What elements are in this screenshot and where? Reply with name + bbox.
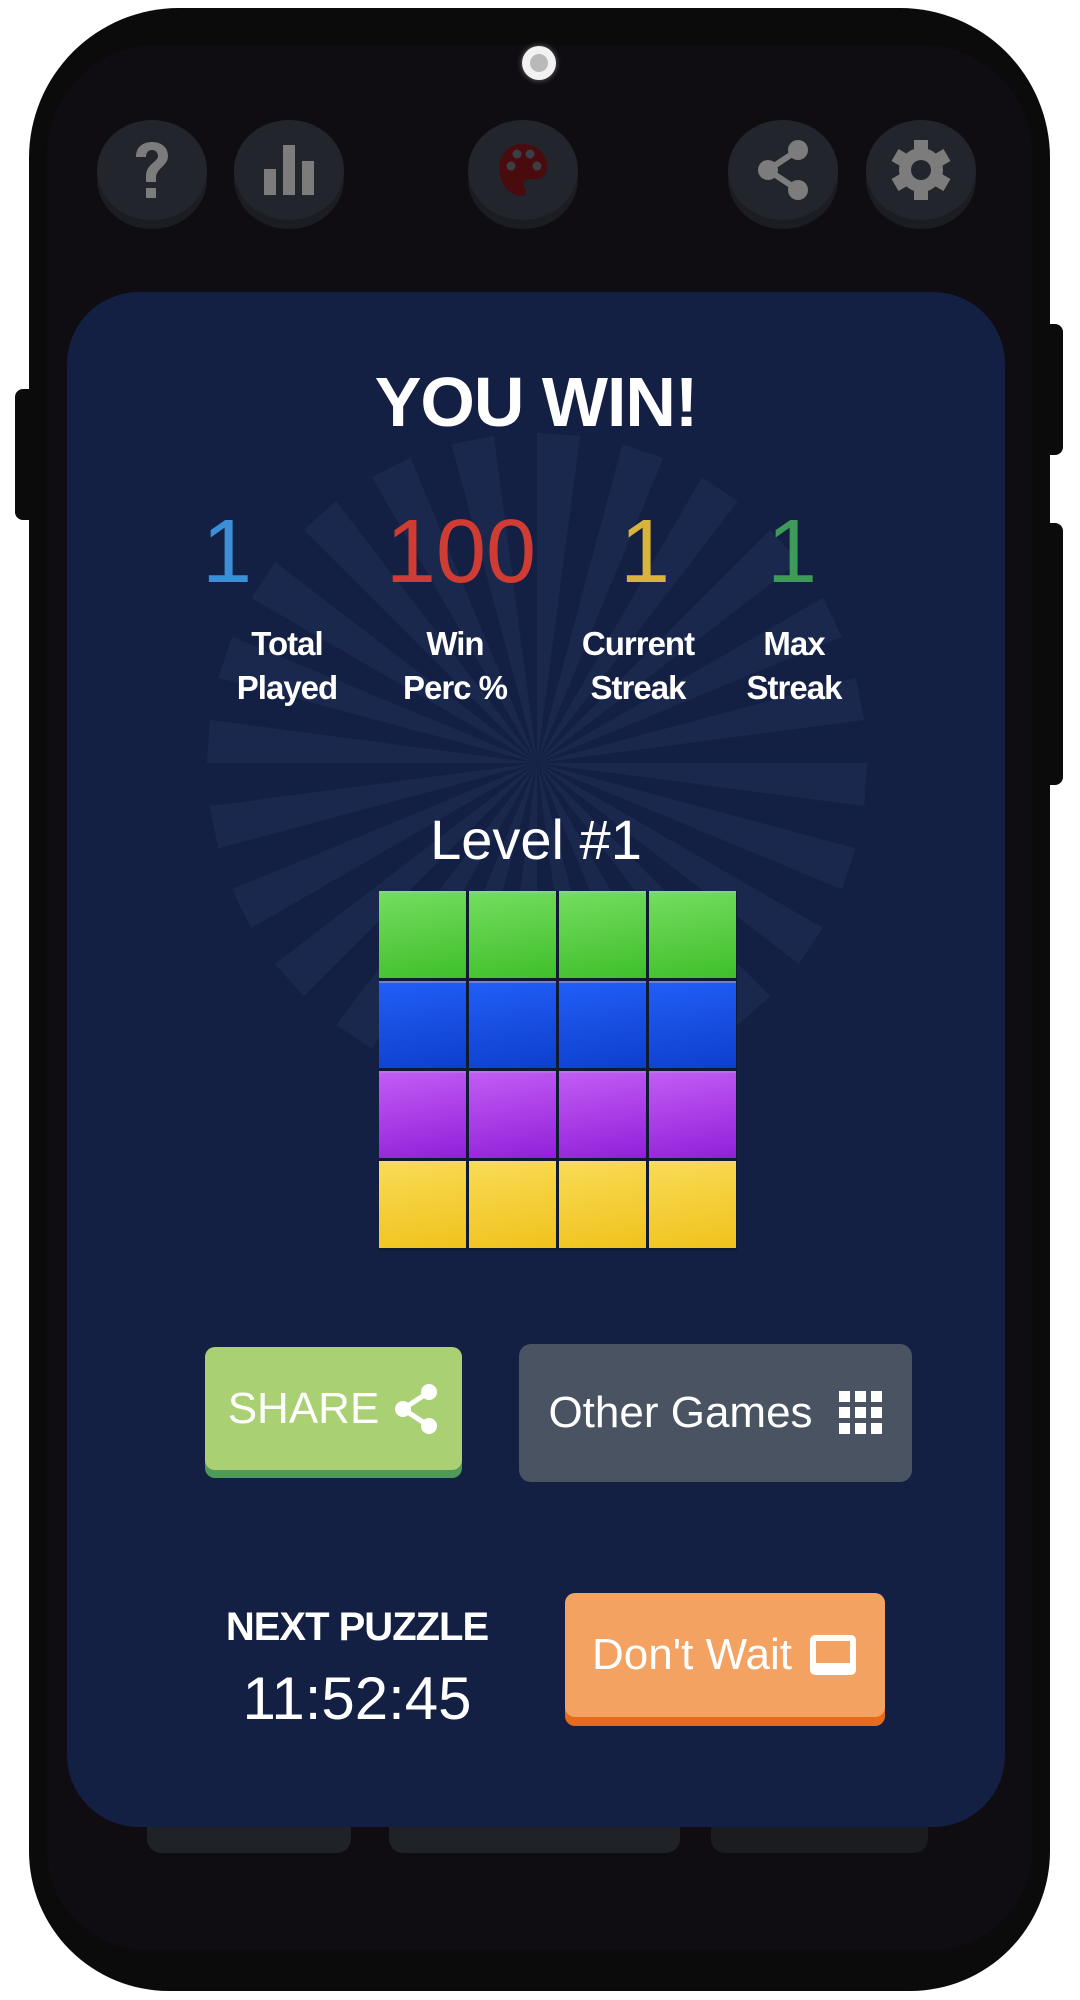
- grid-cell-green: [649, 891, 736, 978]
- bar-chart-icon: [264, 145, 314, 195]
- grid-cell-purple: [649, 1071, 736, 1158]
- grid-cell-green: [379, 891, 466, 978]
- grid-cell-green: [559, 891, 646, 978]
- stat-max-streak-label: Max Streak: [746, 625, 843, 706]
- stat-win-percent-value: 100: [385, 502, 537, 602]
- help-button[interactable]: [97, 120, 207, 220]
- grid-cell-yellow: [649, 1161, 736, 1248]
- settings-button[interactable]: [866, 120, 976, 220]
- dont-wait-button[interactable]: Don't Wait: [565, 1593, 885, 1717]
- result-card: YOU WIN! 1 100 1 1 Total Played Win Perc…: [67, 292, 1005, 1827]
- palette-icon: [499, 144, 547, 196]
- grid-cell-blue: [649, 981, 736, 1068]
- grid-cell-purple: [559, 1071, 646, 1158]
- grid-cell-yellow: [559, 1161, 646, 1248]
- countdown-timer: 11:52:45: [242, 1665, 472, 1732]
- grid-cell-blue: [379, 981, 466, 1068]
- share-icon: [395, 1383, 438, 1434]
- share-button-label: SHARE: [227, 1383, 380, 1433]
- front-camera: [522, 46, 556, 80]
- grid-cell-blue: [469, 981, 556, 1068]
- theme-button[interactable]: [468, 120, 578, 220]
- grid-cell-purple: [469, 1071, 556, 1158]
- share-top-button[interactable]: [728, 120, 838, 220]
- share-button[interactable]: SHARE: [205, 1347, 462, 1470]
- stats-button[interactable]: [234, 120, 344, 220]
- grid-cell-yellow: [379, 1161, 466, 1248]
- stat-win-percent-label: Win Perc %: [402, 625, 508, 706]
- stat-current-streak-label: Current Streak: [581, 625, 695, 706]
- dont-wait-label: Don't Wait: [592, 1630, 792, 1679]
- other-games-button[interactable]: Other Games: [519, 1344, 912, 1482]
- stat-total-played-value: 1: [201, 502, 253, 602]
- stat-total-played-label: Total Played: [236, 625, 338, 706]
- grid-cell-yellow: [469, 1161, 556, 1248]
- next-puzzle-label: NEXT PUZZLE: [225, 1605, 489, 1649]
- solved-grid: [379, 891, 737, 1251]
- help-icon: [136, 142, 168, 198]
- other-games-label: Other Games: [548, 1388, 813, 1437]
- grid-cell-purple: [379, 1071, 466, 1158]
- grid-cell-blue: [559, 981, 646, 1068]
- gear-icon: [891, 140, 951, 200]
- video-ad-icon: [809, 1635, 856, 1675]
- grid-apps-icon: [838, 1391, 882, 1434]
- stat-max-streak-value: 1: [766, 502, 818, 602]
- result-title: YOU WIN!: [374, 363, 699, 441]
- grid-cell-green: [469, 891, 556, 978]
- share-icon: [758, 140, 808, 200]
- level-label: Level #1: [430, 808, 642, 871]
